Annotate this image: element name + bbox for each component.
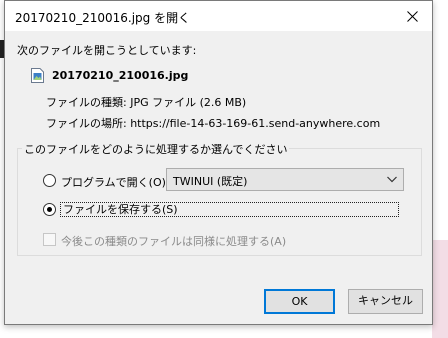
- intro-text: 次のファイルを開こうとしています:: [17, 44, 197, 57]
- save-file-radio[interactable]: [43, 203, 56, 216]
- open-with-label[interactable]: プログラムで開く(O):: [61, 174, 170, 190]
- action-group-legend: このファイルをどのように処理するか選んでください: [22, 141, 290, 157]
- file-source-info: ファイルの場所: https://file-14-63-169-61.send-…: [46, 117, 381, 130]
- file-name: 20170210_210016.jpg: [52, 69, 189, 82]
- open-with-app-value: TWINUI (既定): [173, 175, 248, 188]
- chevron-down-icon: [387, 176, 397, 183]
- ok-button[interactable]: OK: [264, 289, 335, 314]
- file-type-info: ファイルの種類: JPG ファイル (2.6 MB): [46, 96, 247, 109]
- remember-choice-label: 今後この種類のファイルは同様に処理する(A): [61, 235, 287, 248]
- dialog-title: 20170210_210016.jpg を開く: [15, 11, 191, 25]
- open-with-app-select[interactable]: TWINUI (既定): [166, 168, 404, 191]
- image-file-icon: [31, 68, 44, 83]
- remember-choice-checkbox[interactable]: [43, 233, 56, 246]
- close-button[interactable]: [392, 1, 432, 31]
- open-with-radio[interactable]: [43, 174, 56, 187]
- cancel-button[interactable]: キャンセル: [348, 289, 423, 314]
- close-icon: [406, 10, 418, 22]
- background-panel: [432, 240, 448, 338]
- title-bar: 20170210_210016.jpg を開く: [5, 1, 432, 31]
- save-file-label[interactable]: ファイルを保存する(S): [60, 202, 399, 217]
- radio-selected-dot: [47, 207, 52, 212]
